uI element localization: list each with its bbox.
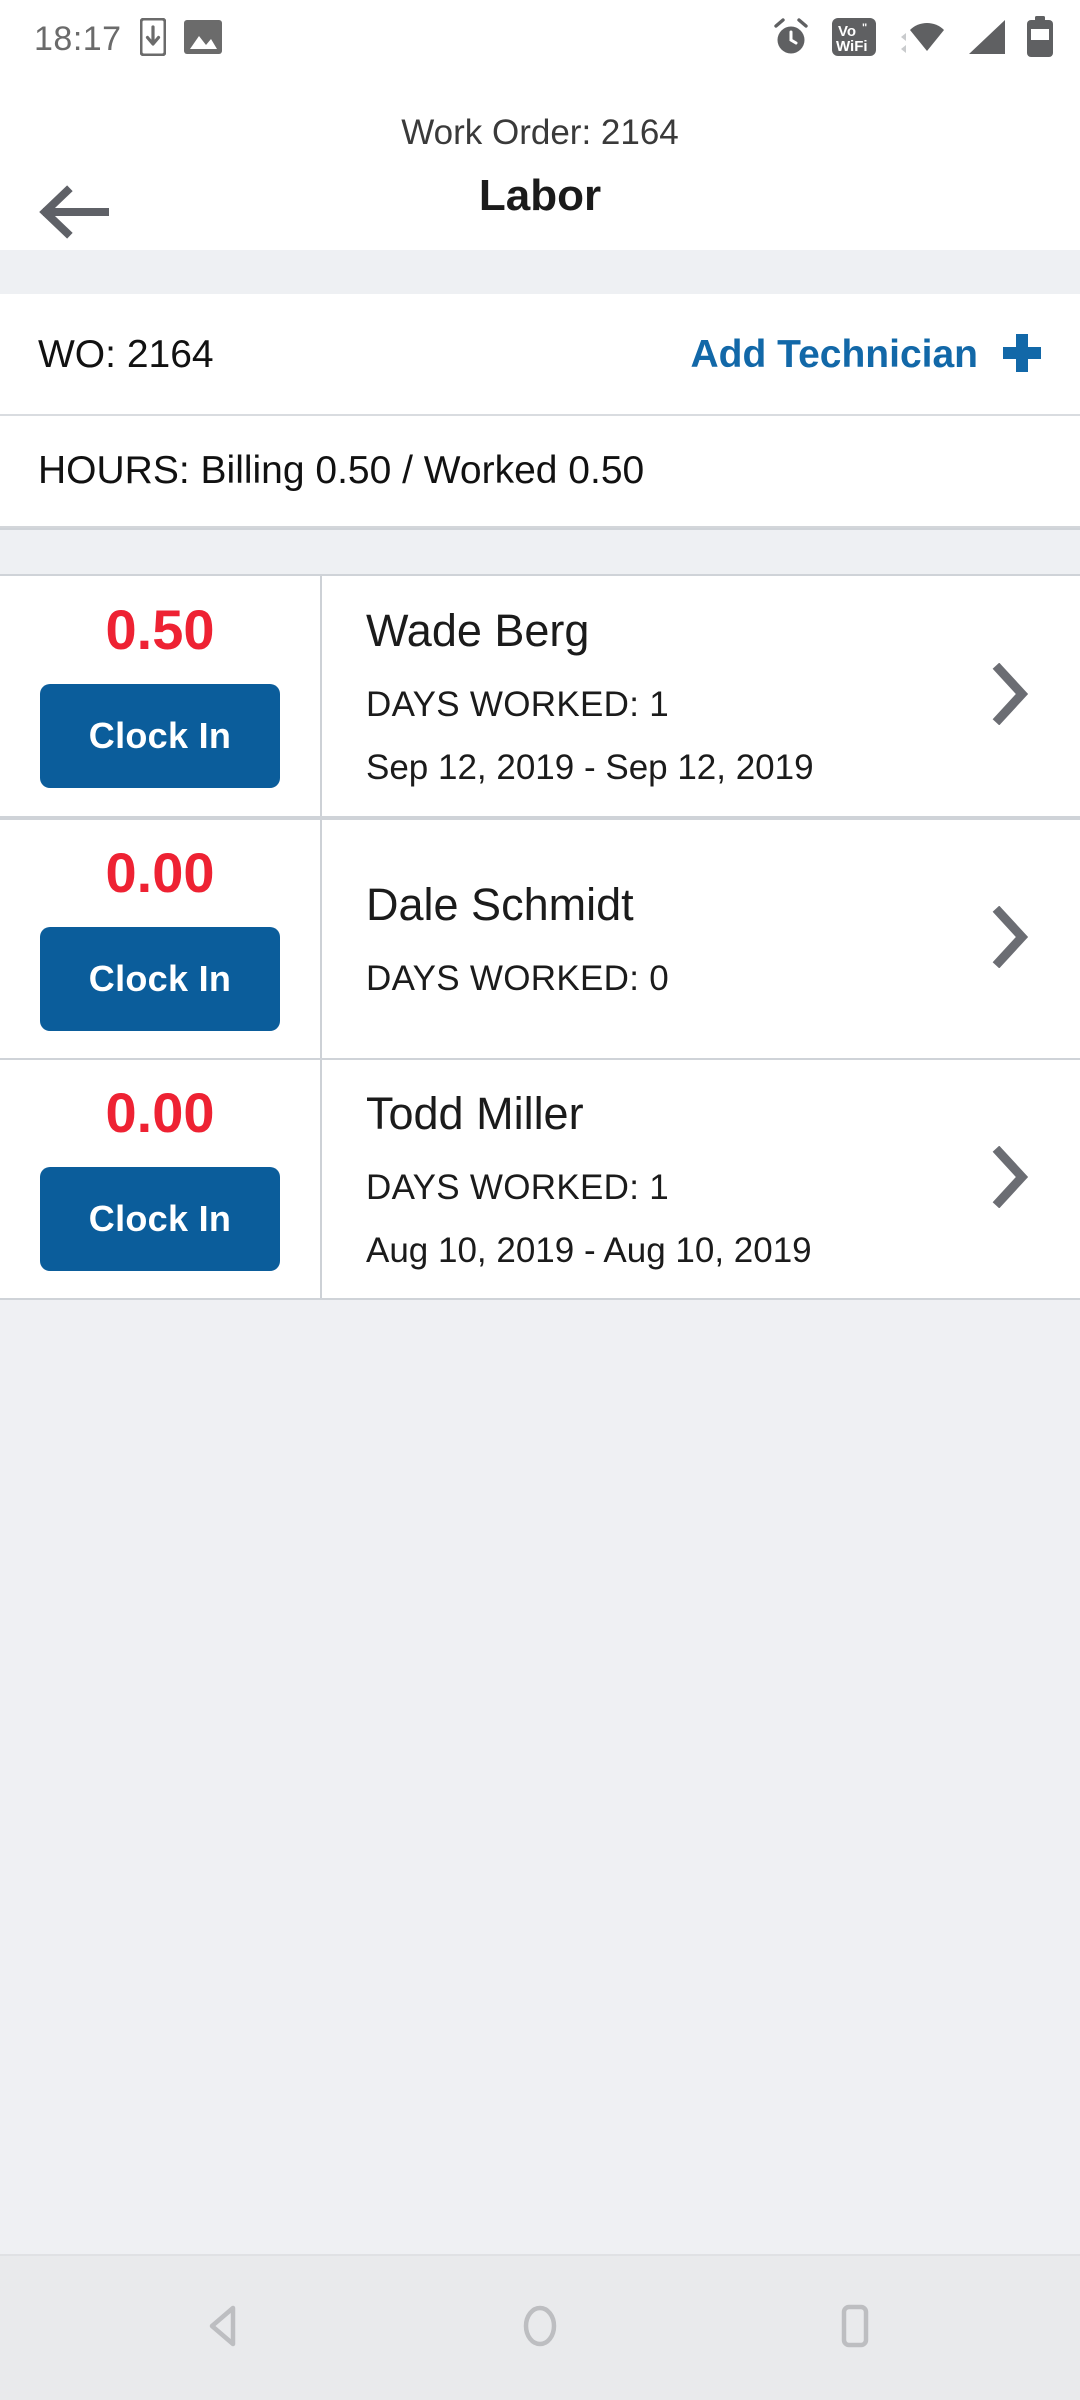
technician-date-range: Sep 12, 2019 - Sep 12, 2019 <box>366 747 814 787</box>
technician-hours-cell: 0.00 Clock In <box>0 1060 322 1298</box>
nav-recents-button[interactable] <box>806 2280 902 2376</box>
technician-name: Wade Berg <box>366 604 590 656</box>
technician-details-cell[interactable]: Wade Berg DAYS WORKED: 1 Sep 12, 2019 - … <box>322 576 1080 816</box>
clock-in-button[interactable]: Clock In <box>40 1167 280 1271</box>
chevron-right-icon <box>991 662 1031 730</box>
technician-name: Dale Schmidt <box>366 879 634 930</box>
add-technician-button[interactable]: Add Technician <box>691 329 1046 382</box>
status-bar: 18:17 Vo " WiFi <box>0 0 1080 78</box>
technician-hours-cell: 0.00 Clock In <box>0 820 322 1058</box>
technician-days-worked: DAYS WORKED: 1 <box>366 1167 670 1207</box>
phone-download-icon <box>139 17 167 61</box>
status-bar-left: 18:17 <box>34 17 222 61</box>
technician-info: Dale Schmidt DAYS WORKED: 0 <box>366 882 669 996</box>
technician-hours: 0.50 <box>105 598 215 661</box>
header-spacer <box>0 250 1080 296</box>
chevron-right-icon <box>991 1145 1031 1213</box>
row-chevron[interactable] <box>976 905 1046 973</box>
wifi-icon <box>896 17 946 62</box>
vowifi-icon: Vo " WiFi <box>831 16 877 63</box>
technician-hours-cell: 0.50 Clock In <box>0 576 322 816</box>
technician-days-worked: DAYS WORKED: 1 <box>366 684 670 724</box>
alarm-clock-icon <box>770 16 812 63</box>
app-bar: Work Order: 2164 Labor <box>0 78 1080 250</box>
row-chevron[interactable] <box>976 662 1046 730</box>
technician-date-range: Aug 10, 2019 - Aug 10, 2019 <box>366 1230 812 1270</box>
nav-back-button[interactable] <box>178 2280 274 2376</box>
technician-days-worked: DAYS WORKED: 0 <box>366 959 670 998</box>
technician-info: Todd Miller DAYS WORKED: 1 Aug 10, 2019 … <box>366 1091 812 1268</box>
list-top-gap <box>0 528 1080 576</box>
row-chevron[interactable] <box>976 1145 1046 1213</box>
status-bar-clock: 18:17 <box>34 19 122 58</box>
nav-back-icon <box>199 2299 253 2358</box>
work-order-label: WO: 2164 <box>38 333 214 376</box>
svg-text:WiFi: WiFi <box>836 38 868 55</box>
table-row[interactable]: 0.00 Clock In Todd Miller DAYS WORKED: 1… <box>0 1058 1080 1298</box>
page-title: Labor <box>478 170 602 220</box>
app-bar-subtitle: Work Order: 2164 <box>401 112 679 152</box>
technician-list: 0.50 Clock In Wade Berg DAYS WORKED: 1 S… <box>0 576 1080 1298</box>
nav-home-icon <box>513 2299 567 2358</box>
android-navigation-bar <box>0 2254 1080 2400</box>
chevron-right-icon <box>991 905 1031 973</box>
back-button[interactable] <box>22 162 126 266</box>
hours-summary-text: HOURS: Billing 0.50 / Worked 0.50 <box>38 449 645 492</box>
technician-name: Todd Miller <box>366 1087 584 1139</box>
technician-details-cell[interactable]: Todd Miller DAYS WORKED: 1 Aug 10, 2019 … <box>322 1060 1080 1298</box>
empty-content-area <box>0 1298 1080 2254</box>
image-icon <box>183 18 222 61</box>
nav-recents-icon <box>827 2299 881 2358</box>
nav-home-button[interactable] <box>492 2280 588 2376</box>
work-order-row: WO: 2164 Add Technician <box>0 296 1080 416</box>
cellular-signal-icon <box>965 18 1007 61</box>
add-technician-label: Add Technician <box>690 333 978 376</box>
technician-hours: 0.00 <box>105 1081 215 1144</box>
phone-screen: 18:17 Vo " WiFi Work Order: 2164 Labor W… <box>0 0 1080 2400</box>
technician-info: Wade Berg DAYS WORKED: 1 Sep 12, 2019 - … <box>366 608 814 785</box>
technician-hours: 0.00 <box>105 841 215 904</box>
table-row[interactable]: 0.50 Clock In Wade Berg DAYS WORKED: 1 S… <box>0 576 1080 816</box>
technician-details-cell[interactable]: Dale Schmidt DAYS WORKED: 0 <box>322 820 1080 1058</box>
battery-icon <box>1026 15 1054 63</box>
clock-in-button[interactable]: Clock In <box>40 927 280 1031</box>
hours-summary-row: HOURS: Billing 0.50 / Worked 0.50 <box>0 416 1080 528</box>
clock-in-button[interactable]: Clock In <box>40 684 280 788</box>
svg-text:": " <box>862 22 867 34</box>
status-bar-right: Vo " WiFi <box>770 15 1054 63</box>
plus-icon <box>998 329 1046 382</box>
table-row[interactable]: 0.00 Clock In Dale Schmidt DAYS WORKED: … <box>0 820 1080 1058</box>
arrow-left-icon <box>39 182 109 247</box>
